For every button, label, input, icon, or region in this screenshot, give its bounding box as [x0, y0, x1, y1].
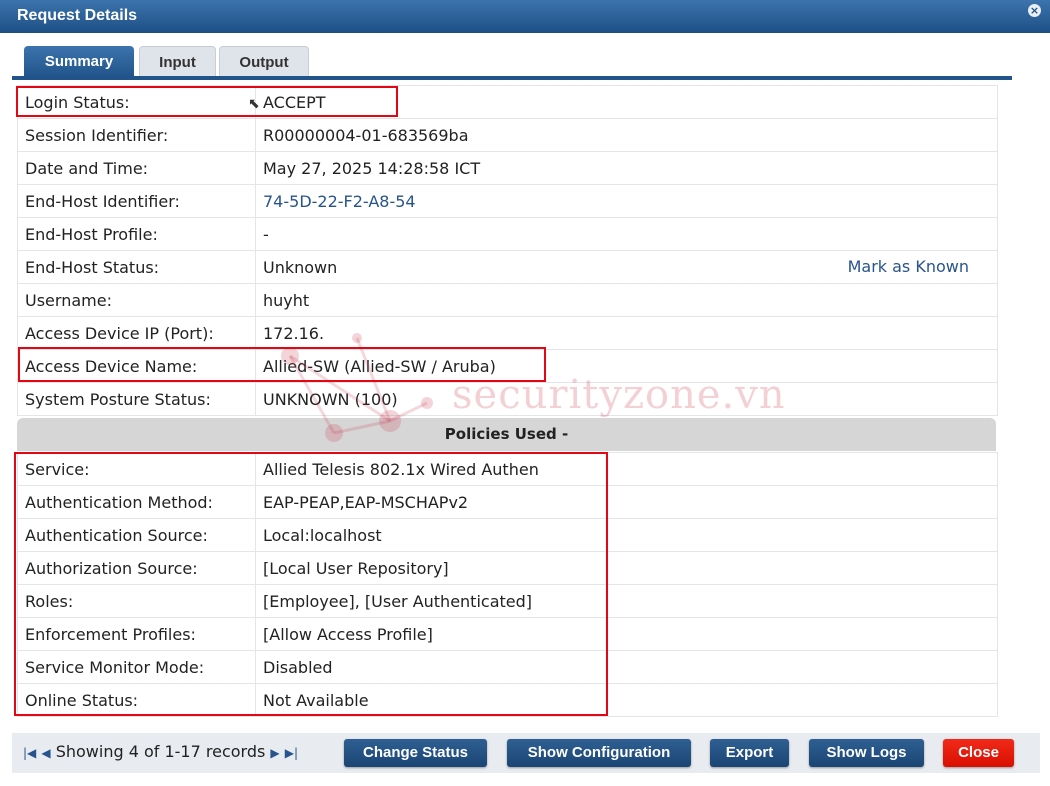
mark-as-known-link[interactable]: Mark as Known — [848, 257, 969, 276]
system-posture-status-label: System Posture Status: — [17, 382, 256, 416]
change-status-button[interactable]: Change Status — [344, 739, 487, 767]
table-row: Service: Allied Telesis 802.1x Wired Aut… — [17, 452, 998, 486]
table-row: Enforcement Profiles: [Allow Access Prof… — [17, 617, 998, 651]
table-row: Service Monitor Mode: Disabled — [17, 650, 998, 684]
dialog-footer: |◀ ◀ Showing 4 of 1-17 records ▶ ▶| Chan… — [12, 733, 1040, 773]
login-status-label: Login Status: — [17, 85, 256, 119]
login-status-value: ACCEPT — [255, 85, 998, 119]
end-host-identifier-label: End-Host Identifier: — [17, 184, 256, 218]
tab-output[interactable]: Output — [219, 46, 309, 78]
dialog-title: Request Details — [17, 7, 138, 24]
first-page-icon[interactable]: |◀ — [23, 746, 36, 760]
previous-page-icon[interactable]: ◀ — [41, 746, 50, 760]
access-device-name-label: Access Device Name: — [17, 349, 256, 383]
tab-summary[interactable]: Summary — [24, 46, 134, 77]
table-row: System Posture Status: UNKNOWN (100) — [17, 382, 998, 416]
end-host-identifier-link[interactable]: 74-5D-22-F2-A8-54 — [263, 192, 416, 211]
table-row: Authentication Source: Local:localhost — [17, 518, 998, 552]
authorization-source-value: [Local User Repository] — [255, 551, 998, 585]
authentication-source-value: Local:localhost — [255, 518, 998, 552]
access-device-name-value: Allied-SW (Allied-SW / Aruba) — [255, 349, 998, 383]
pager: |◀ ◀ Showing 4 of 1-17 records ▶ ▶| — [23, 742, 298, 761]
service-monitor-mode-label: Service Monitor Mode: — [17, 650, 256, 684]
authorization-source-label: Authorization Source: — [17, 551, 256, 585]
table-row: Access Device Name: Allied-SW (Allied-SW… — [17, 349, 998, 383]
table-row: Date and Time: May 27, 2025 14:28:58 ICT — [17, 151, 998, 185]
username-value: huyht — [255, 283, 998, 317]
last-page-icon[interactable]: ▶| — [285, 746, 298, 760]
end-host-profile-label: End-Host Profile: — [17, 217, 256, 251]
service-label: Service: — [17, 452, 256, 486]
session-identifier-value: R00000004-01-683569ba — [255, 118, 998, 152]
date-time-label: Date and Time: — [17, 151, 256, 185]
authentication-method-label: Authentication Method: — [17, 485, 256, 519]
authentication-source-label: Authentication Source: — [17, 518, 256, 552]
access-device-ip-value: 172.16. — [255, 316, 998, 350]
roles-label: Roles: — [17, 584, 256, 618]
table-row: Online Status: Not Available — [17, 683, 998, 717]
table-row: End-Host Status: Unknown Mark as Known — [17, 250, 998, 284]
end-host-profile-value: - — [255, 217, 998, 251]
close-button[interactable]: Close — [943, 739, 1014, 767]
date-time-value: May 27, 2025 14:28:58 ICT — [255, 151, 998, 185]
table-row: Authorization Source: [Local User Reposi… — [17, 551, 998, 585]
service-value: Allied Telesis 802.1x Wired Authen — [255, 452, 998, 486]
table-row: Session Identifier: R00000004-01-683569b… — [17, 118, 998, 152]
service-monitor-mode-value: Disabled — [255, 650, 998, 684]
enforcement-profiles-value: [Allow Access Profile] — [255, 617, 998, 651]
roles-value: [Employee], [User Authenticated] — [255, 584, 998, 618]
summary-table: Login Status: ACCEPT Session Identifier:… — [17, 85, 998, 416]
end-host-identifier-cell: 74-5D-22-F2-A8-54 — [255, 184, 998, 218]
table-row: Access Device IP (Port): 172.16. — [17, 316, 998, 350]
enforcement-profiles-label: Enforcement Profiles: — [17, 617, 256, 651]
end-host-status-cell: Unknown Mark as Known — [255, 250, 998, 284]
next-page-icon[interactable]: ▶ — [270, 746, 279, 760]
policies-used-header[interactable]: Policies Used - — [17, 418, 996, 451]
tab-input[interactable]: Input — [139, 46, 216, 78]
system-posture-status-value: UNKNOWN (100) — [255, 382, 998, 416]
online-status-value: Not Available — [255, 683, 998, 717]
table-row: Roles: [Employee], [User Authenticated] — [17, 584, 998, 618]
export-button[interactable]: Export — [710, 739, 789, 767]
online-status-label: Online Status: — [17, 683, 256, 717]
table-row: End-Host Profile: - — [17, 217, 998, 251]
session-identifier-label: Session Identifier: — [17, 118, 256, 152]
table-row: End-Host Identifier: 74-5D-22-F2-A8-54 — [17, 184, 998, 218]
close-icon[interactable]: × — [1028, 4, 1041, 17]
dialog-titlebar: Request Details × — [0, 0, 1050, 33]
end-host-status-label: End-Host Status: — [17, 250, 256, 284]
authentication-method-value: EAP-PEAP,EAP-MSCHAPv2 — [255, 485, 998, 519]
access-device-ip-label: Access Device IP (Port): — [17, 316, 256, 350]
show-logs-button[interactable]: Show Logs — [809, 739, 924, 767]
show-configuration-button[interactable]: Show Configuration — [507, 739, 691, 767]
username-label: Username: — [17, 283, 256, 317]
pager-text: Showing 4 of 1-17 records — [55, 742, 266, 761]
tab-underline — [12, 76, 1012, 80]
table-row: Authentication Method: EAP-PEAP,EAP-MSCH… — [17, 485, 998, 519]
table-row: Username: huyht — [17, 283, 998, 317]
end-host-status-value: Unknown — [263, 257, 338, 277]
table-row: Login Status: ACCEPT — [17, 85, 998, 119]
policies-table: Service: Allied Telesis 802.1x Wired Aut… — [17, 452, 998, 717]
